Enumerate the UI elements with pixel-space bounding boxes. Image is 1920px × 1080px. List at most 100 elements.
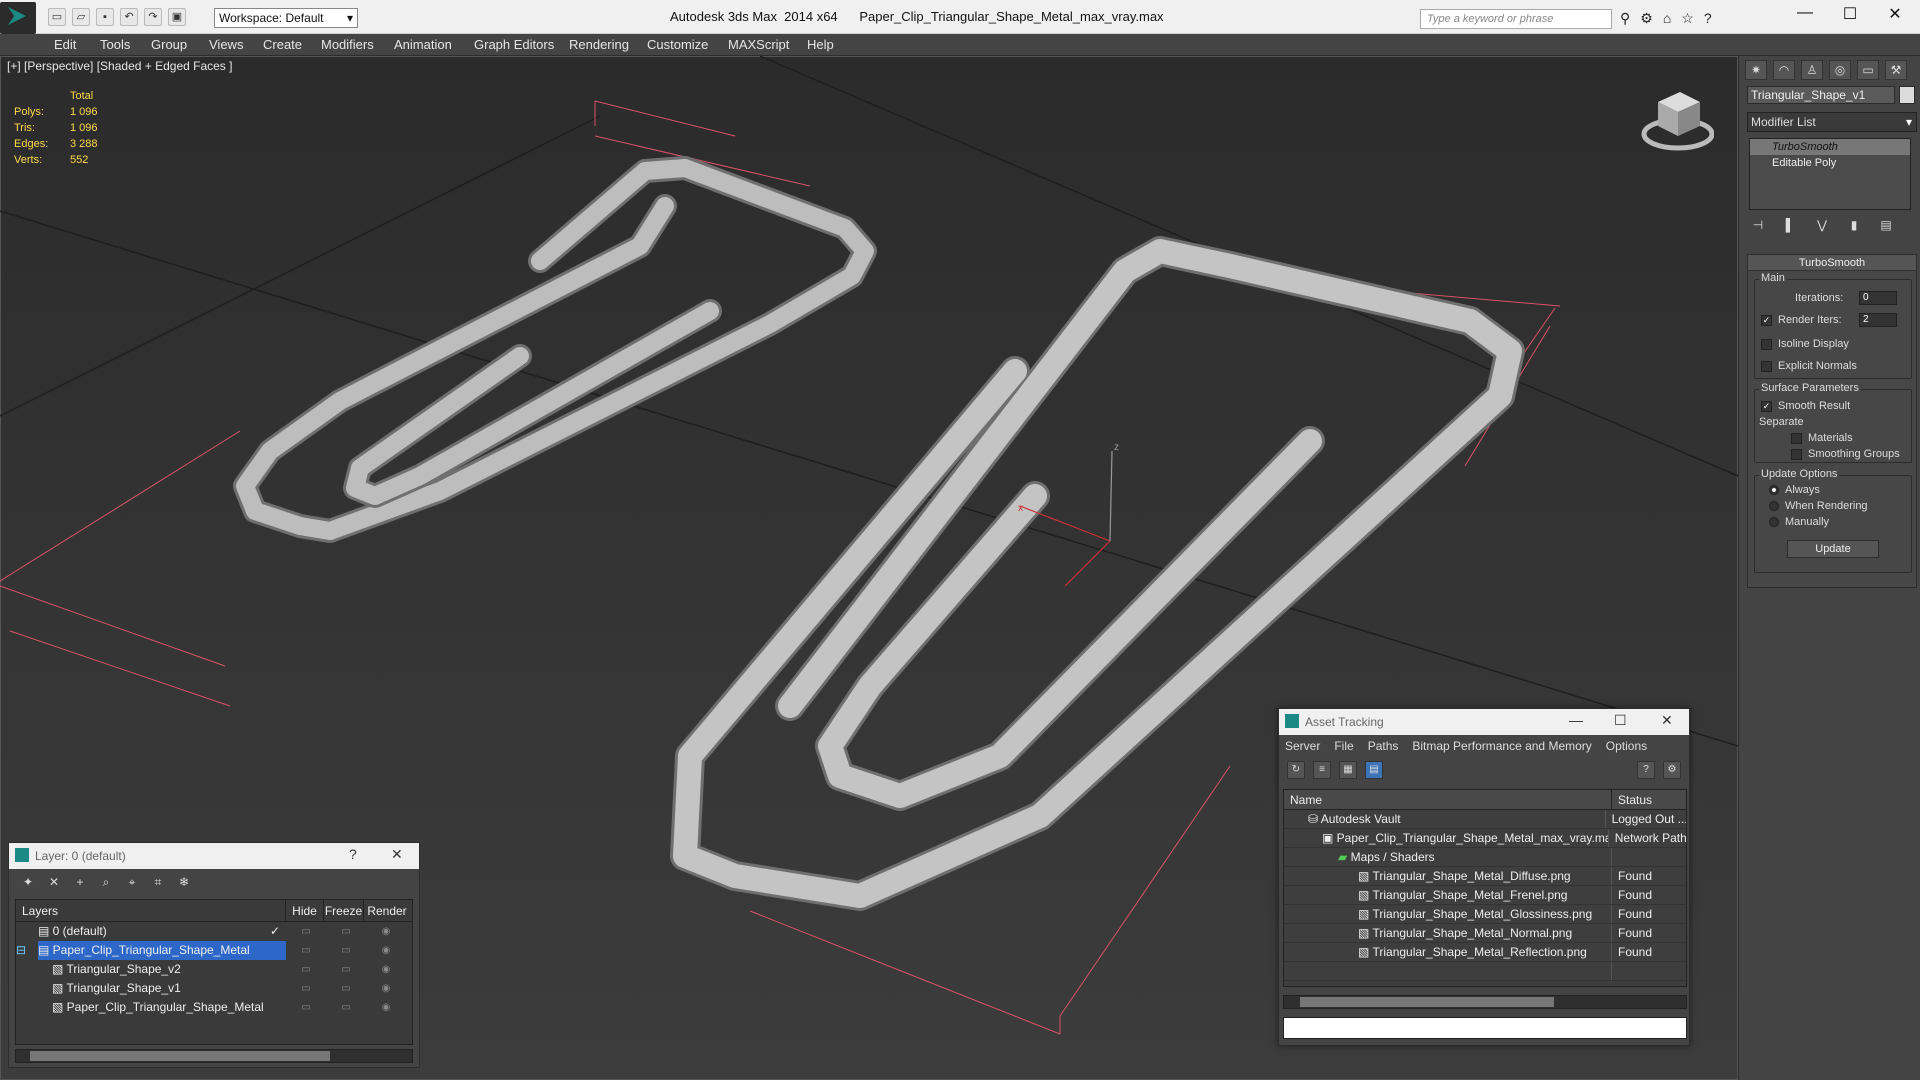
iterations-spinner[interactable]: 0 (1859, 291, 1897, 305)
smooth-result-checkbox[interactable]: ✓ (1761, 400, 1772, 412)
menu-edit[interactable]: Edit (54, 34, 76, 56)
asset-horizontal-scrollbar[interactable] (1283, 995, 1687, 1009)
hierarchy-tab-icon[interactable]: ♙ (1801, 60, 1823, 80)
when-rendering-radio[interactable] (1769, 501, 1779, 512)
col-layers-header[interactable]: Layers (16, 900, 286, 921)
refresh-icon[interactable]: ↻ (1287, 761, 1305, 779)
manually-row[interactable]: Manually (1769, 516, 1829, 528)
save-icon[interactable]: ▪ (96, 8, 114, 26)
create-tab-icon[interactable]: ✷ (1745, 60, 1767, 80)
project-folder-icon[interactable]: ▣ (168, 8, 186, 26)
pin-stack-icon[interactable]: ⊣ (1749, 218, 1767, 236)
configure-sets-icon[interactable]: ▤ (1877, 218, 1895, 236)
menu-create[interactable]: Create (263, 34, 302, 56)
smoothing-groups-checkbox[interactable] (1791, 448, 1802, 460)
layer-horizontal-scrollbar[interactable] (15, 1049, 413, 1063)
tree-view-icon[interactable]: ▦ (1339, 761, 1357, 779)
table-row[interactable]: ▧ Triangular_Shape_Metal_Glossiness.png F… (1284, 905, 1686, 924)
menu-group[interactable]: Group (151, 34, 187, 56)
render-iters-checkbox[interactable]: ✓ (1761, 314, 1772, 326)
menu-file[interactable]: File (1334, 735, 1353, 757)
close-icon[interactable]: ✕ (1661, 712, 1673, 729)
app-logo-icon[interactable] (0, 2, 36, 34)
render-iters-row[interactable]: ✓ Render Iters: (1761, 314, 1842, 326)
subscription-icon[interactable]: ⚙ (1640, 10, 1653, 27)
render-iters-spinner[interactable]: 2 (1859, 313, 1897, 327)
remove-modifier-icon[interactable]: ▮ (1845, 218, 1863, 236)
menu-animation[interactable]: Animation (394, 34, 452, 56)
explicit-normals-row[interactable]: Explicit Normals (1761, 360, 1857, 372)
add-to-layer-icon[interactable]: + (71, 873, 89, 891)
object-name-field[interactable]: Triangular_Shape_v1 (1747, 86, 1895, 104)
minimize-icon[interactable]: — (1569, 712, 1583, 728)
table-row[interactable]: ▧ Triangular_Shape_Metal_Reflection.png F… (1284, 943, 1686, 962)
menu-views[interactable]: Views (209, 34, 243, 56)
menu-server[interactable]: Server (1285, 735, 1320, 757)
materials-row[interactable]: Materials (1791, 432, 1853, 444)
always-row[interactable]: Always (1769, 484, 1820, 496)
maximize-icon[interactable]: ☐ (1614, 712, 1627, 729)
isoline-checkbox[interactable] (1761, 338, 1772, 350)
manually-radio[interactable] (1769, 517, 1779, 528)
table-row[interactable]: ▧ Triangular_Shape_Metal_Frenel.png Found (1284, 886, 1686, 905)
stack-item-turbosmooth[interactable]: TurboSmooth (1750, 139, 1910, 155)
layer-row[interactable]: ▤ 0 (default) ✓ ▭ ▭ ◉ (16, 922, 412, 941)
asset-path-field[interactable] (1283, 1017, 1687, 1039)
menu-paths[interactable]: Paths (1368, 735, 1399, 757)
motion-tab-icon[interactable]: ◎ (1829, 60, 1851, 80)
menu-bitmap-performance[interactable]: Bitmap Performance and Memory (1412, 735, 1591, 757)
freeze-all-icon[interactable]: ❄ (175, 873, 193, 891)
delete-layer-icon[interactable]: ✕ (45, 873, 63, 891)
layer-row[interactable]: ⊟ ▤ Paper_Clip_Triangular_Shape_Metal ▭ ▭ ◉ (16, 941, 412, 960)
close-icon[interactable]: ✕ (391, 846, 403, 863)
minimize-icon[interactable]: — (1785, 4, 1825, 22)
help-icon[interactable]: ? (349, 846, 357, 862)
smooth-result-row[interactable]: ✓ Smooth Result (1761, 400, 1850, 412)
table-row[interactable]: ▣ Paper_Clip_Triangular_Shape_Metal_max_… (1284, 829, 1686, 848)
rollout-header[interactable]: TurboSmooth (1748, 255, 1916, 271)
highlight-layer-icon[interactable]: ⌖ (123, 873, 141, 891)
menu-customize[interactable]: Customize (647, 34, 708, 56)
table-row[interactable]: ▰ Maps / Shaders (1284, 848, 1686, 867)
layer-row[interactable]: ▧ Paper_Clip_Triangular_Shape_Metal ▭ ▭ ◉ (16, 998, 412, 1017)
menu-options[interactable]: Options (1606, 735, 1647, 757)
undo-icon[interactable]: ↶ (120, 8, 138, 26)
communication-icon[interactable]: ⌂ (1663, 10, 1671, 27)
modifier-list-dropdown[interactable]: Modifier List (1747, 112, 1917, 132)
search-input[interactable]: Type a keyword or phrase (1420, 9, 1612, 29)
materials-checkbox[interactable] (1791, 432, 1802, 444)
help-icon[interactable]: ? (1704, 10, 1712, 27)
menu-graph-editors[interactable]: Graph Editors (474, 34, 554, 56)
object-color-swatch[interactable] (1899, 86, 1915, 104)
settings-icon[interactable]: ⚙ (1663, 761, 1681, 779)
display-tab-icon[interactable]: ▭ (1857, 60, 1879, 80)
explicit-normals-checkbox[interactable] (1761, 360, 1772, 372)
layer-row[interactable]: ▧ Triangular_Shape_v1 ▭ ▭ ◉ (16, 979, 412, 998)
utilities-tab-icon[interactable]: ⚒ (1885, 60, 1907, 80)
menu-help[interactable]: Help (807, 34, 834, 56)
table-row[interactable]: ▧ Triangular_Shape_Metal_Normal.png Found (1284, 924, 1686, 943)
table-row[interactable]: ▧ Triangular_Shape_Metal_Diffuse.png Foun… (1284, 867, 1686, 886)
update-button[interactable]: Update (1787, 540, 1879, 558)
workspace-dropdown[interactable]: Workspace: Default (214, 8, 358, 28)
favorites-star-icon[interactable]: ☆ (1681, 10, 1694, 27)
maximize-icon[interactable]: ☐ (1830, 4, 1870, 24)
make-unique-icon[interactable]: ⋁ (1813, 218, 1831, 236)
open-file-icon[interactable]: ▱ (72, 8, 90, 26)
select-objects-icon[interactable]: ⌕ (97, 873, 115, 891)
table-view-icon[interactable]: ▤ (1365, 761, 1383, 779)
isoline-row[interactable]: Isoline Display (1761, 338, 1849, 350)
menu-modifiers[interactable]: Modifiers (321, 34, 374, 56)
smoothing-groups-row[interactable]: Smoothing Groups (1791, 448, 1900, 460)
always-radio[interactable] (1769, 485, 1779, 496)
create-layer-icon[interactable]: ✦ (19, 873, 37, 891)
col-status-header[interactable]: Status (1612, 790, 1652, 809)
menu-rendering[interactable]: Rendering (569, 34, 629, 56)
binoculars-icon[interactable]: ⚲ (1620, 10, 1630, 27)
col-render-header[interactable]: Render (364, 900, 410, 921)
table-row[interactable]: ⛁ Autodesk Vault Logged Out ... (1284, 810, 1686, 829)
redo-icon[interactable]: ↷ (144, 8, 162, 26)
help-icon[interactable]: ? (1637, 761, 1655, 779)
layer-row[interactable]: ▧ Triangular_Shape_v2 ▭ ▭ ◉ (16, 960, 412, 979)
hide-all-icon[interactable]: ⌗ (149, 873, 167, 891)
